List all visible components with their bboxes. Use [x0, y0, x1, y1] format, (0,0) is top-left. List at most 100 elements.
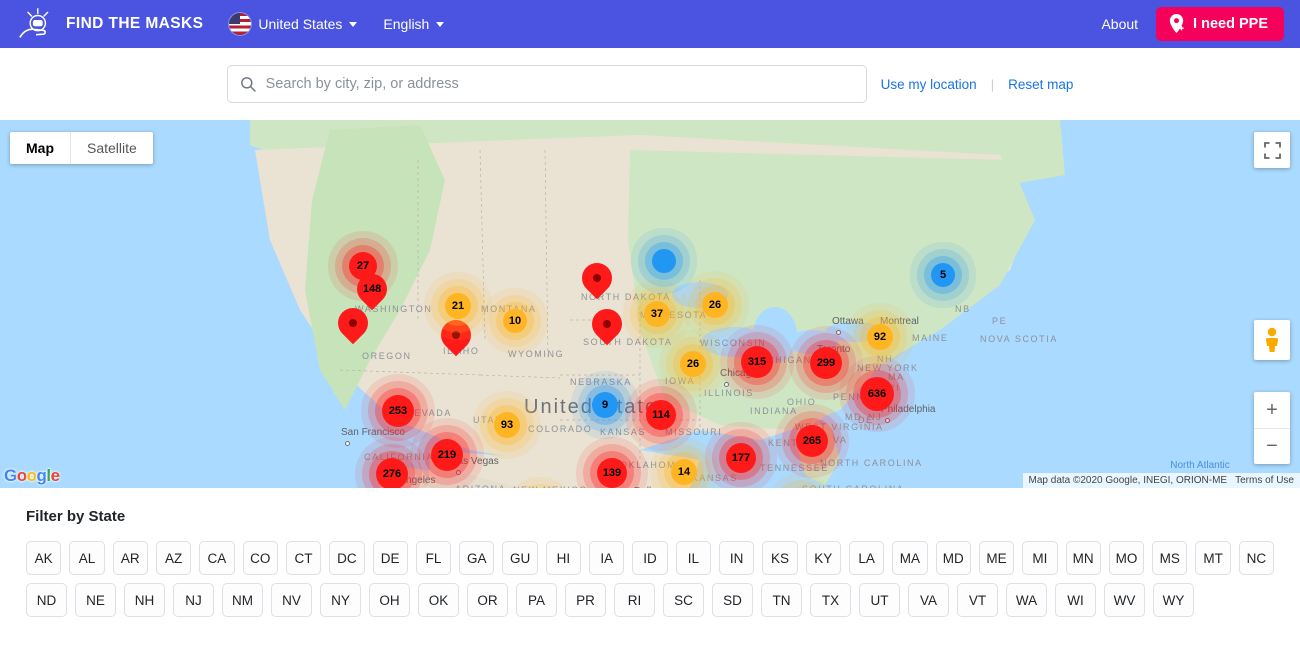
map-cluster-marker[interactable]: 253: [382, 395, 414, 427]
google-logo[interactable]: Google: [4, 466, 60, 486]
map-cluster-marker[interactable]: 10: [503, 309, 527, 333]
map-pin-marker[interactable]: [331, 301, 375, 350]
state-filter-tx[interactable]: TX: [810, 583, 851, 617]
zoom-out-button[interactable]: −: [1254, 428, 1290, 464]
map-type-satellite[interactable]: Satellite: [70, 132, 153, 164]
state-filter-grid[interactable]: AK AL AR AZ CA CO CT DC DE FL GA GU HI IA ID IL IN KS KY LA…: [26, 541, 1275, 617]
state-filter-in[interactable]: IN: [719, 541, 755, 575]
map-cluster-marker[interactable]: 26: [680, 351, 706, 377]
map-cluster-marker[interactable]: 299: [810, 347, 842, 379]
street-view-pegman-button[interactable]: [1254, 320, 1290, 360]
brand[interactable]: FIND THE MASKS: [16, 7, 203, 41]
map-cluster-marker[interactable]: 26: [702, 292, 728, 318]
state-filter-nm[interactable]: NM: [222, 583, 263, 617]
search-box[interactable]: [226, 65, 867, 103]
state-filter-nj[interactable]: NJ: [173, 583, 214, 617]
use-my-location-link[interactable]: Use my location: [881, 77, 977, 92]
state-filter-gu[interactable]: GU: [502, 541, 538, 575]
map-cluster-marker[interactable]: 93: [494, 412, 520, 438]
about-link[interactable]: About: [1101, 16, 1138, 32]
state-filter-wy[interactable]: WY: [1153, 583, 1194, 617]
fullscreen-button[interactable]: [1254, 132, 1290, 168]
state-filter-la[interactable]: LA: [848, 541, 885, 575]
state-filter-pr[interactable]: PR: [565, 583, 606, 617]
state-filter-co[interactable]: CO: [242, 541, 278, 575]
state-filter-il[interactable]: IL: [675, 541, 711, 575]
map-cluster-marker[interactable]: 114: [646, 400, 676, 430]
state-filter-ks[interactable]: KS: [762, 541, 798, 575]
map-cluster-marker[interactable]: 219: [431, 439, 463, 471]
terms-of-use-link[interactable]: Terms of Use: [1235, 475, 1294, 486]
state-filter-ky[interactable]: KY: [805, 541, 841, 575]
state-filter-ar[interactable]: AR: [112, 541, 148, 575]
map-cluster-marker[interactable]: 5: [931, 263, 955, 287]
state-filter-nh[interactable]: NH: [124, 583, 165, 617]
state-filter-md[interactable]: MD: [935, 541, 971, 575]
search-input[interactable]: [265, 76, 854, 92]
state-filter-oh[interactable]: OH: [369, 583, 410, 617]
state-filter-me[interactable]: ME: [978, 541, 1015, 575]
state-filter-ms[interactable]: MS: [1152, 541, 1188, 575]
state-filter-sd[interactable]: SD: [712, 583, 753, 617]
state-filter-ut[interactable]: UT: [859, 583, 900, 617]
zoom-in-button[interactable]: +: [1254, 392, 1290, 428]
state-filter-pa[interactable]: PA: [516, 583, 557, 617]
map-type-toggle[interactable]: Map Satellite: [10, 132, 153, 164]
map-cluster-marker[interactable]: 92: [867, 324, 893, 350]
state-filter-az[interactable]: AZ: [155, 541, 192, 575]
state-filter-wv[interactable]: WV: [1104, 583, 1145, 617]
reset-map-link[interactable]: Reset map: [1008, 77, 1073, 92]
state-filter-ma[interactable]: MA: [892, 541, 928, 575]
state-filter-fl[interactable]: FL: [415, 541, 452, 575]
state-filter-nc[interactable]: NC: [1238, 541, 1275, 575]
state-filter-vt[interactable]: VT: [957, 583, 998, 617]
map-cluster-marker[interactable]: 276: [376, 458, 408, 488]
map-cluster-marker[interactable]: [652, 249, 676, 273]
language-selector[interactable]: English: [383, 16, 445, 32]
state-filter-ne[interactable]: NE: [75, 583, 116, 617]
map-pin-marker[interactable]: [434, 313, 478, 362]
map-cluster-marker[interactable]: 37: [644, 301, 670, 327]
state-filter-mt[interactable]: MT: [1195, 541, 1231, 575]
state-filter-ca[interactable]: CA: [199, 541, 235, 575]
map-cluster-marker[interactable]: 21: [445, 293, 471, 319]
state-filter-nd[interactable]: ND: [26, 583, 67, 617]
state-filter-sc[interactable]: SC: [663, 583, 704, 617]
map-attribution-text: Map data ©2020 Google, INEGI, ORION-ME: [1028, 475, 1228, 486]
map-cluster-marker[interactable]: 177: [726, 443, 756, 473]
state-filter-dc[interactable]: DC: [329, 541, 365, 575]
state-filter-tn[interactable]: TN: [761, 583, 802, 617]
state-filter-hi[interactable]: HI: [545, 541, 582, 575]
map-pin-marker[interactable]: [575, 256, 619, 305]
state-filter-mo[interactable]: MO: [1108, 541, 1145, 575]
state-filter-ia[interactable]: IA: [589, 541, 625, 575]
map-cluster-marker[interactable]: 14: [671, 459, 697, 485]
map-cluster-marker[interactable]: 315: [741, 346, 773, 378]
state-filter-ri[interactable]: RI: [614, 583, 655, 617]
state-filter-al[interactable]: AL: [69, 541, 105, 575]
state-filter-ct[interactable]: CT: [285, 541, 322, 575]
state-filter-or[interactable]: OR: [467, 583, 508, 617]
map-cluster-marker[interactable]: 9: [592, 392, 618, 418]
zoom-controls[interactable]: + −: [1254, 392, 1290, 464]
map-pin-marker[interactable]: [585, 302, 629, 351]
country-selector[interactable]: United States: [229, 13, 358, 35]
map-cluster-marker[interactable]: 265: [796, 425, 828, 457]
i-need-ppe-button[interactable]: I need PPE: [1156, 7, 1284, 41]
map-cluster-marker[interactable]: 139: [597, 458, 627, 488]
state-filter-ga[interactable]: GA: [459, 541, 495, 575]
state-filter-wi[interactable]: WI: [1055, 583, 1096, 617]
map-cluster-marker[interactable]: 636: [860, 377, 894, 411]
map-type-map[interactable]: Map: [10, 132, 70, 164]
state-filter-va[interactable]: VA: [908, 583, 949, 617]
state-filter-de[interactable]: DE: [372, 541, 408, 575]
state-filter-id[interactable]: ID: [632, 541, 668, 575]
state-filter-ok[interactable]: OK: [418, 583, 459, 617]
map-canvas[interactable]: WASHINGTON OREGON MONTANA IDAHO WYOMING NEVAD…: [0, 120, 1300, 488]
state-filter-ny[interactable]: NY: [320, 583, 361, 617]
state-filter-wa[interactable]: WA: [1006, 583, 1047, 617]
state-filter-ak[interactable]: AK: [26, 541, 62, 575]
state-filter-mi[interactable]: MI: [1022, 541, 1058, 575]
state-filter-nv[interactable]: NV: [271, 583, 312, 617]
state-filter-mn[interactable]: MN: [1065, 541, 1101, 575]
